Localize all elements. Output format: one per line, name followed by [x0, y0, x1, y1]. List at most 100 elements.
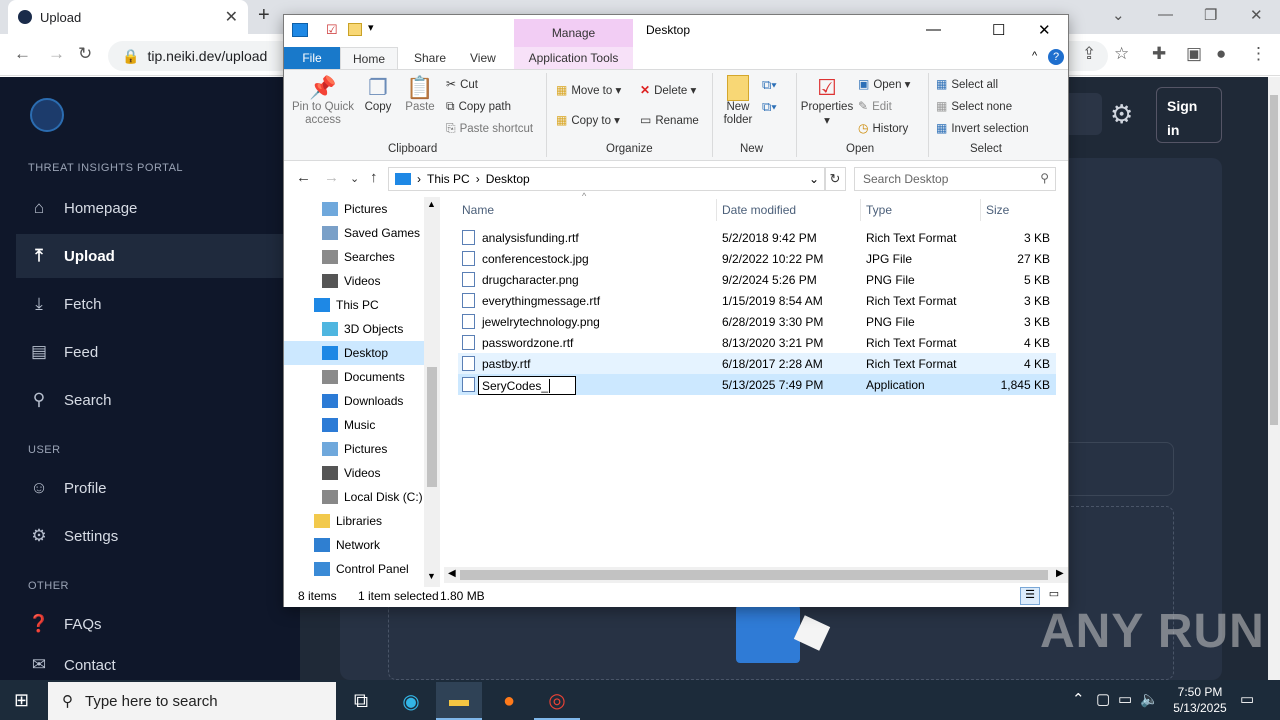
collapse-ribbon-icon[interactable]: ^	[1032, 50, 1037, 62]
nav-pane-scrollbar-thumb[interactable]	[427, 367, 437, 487]
new-tab-icon[interactable]: +	[258, 4, 270, 27]
nav-scroll-up-icon[interactable]: ▲	[427, 199, 436, 209]
nav-item-control-panel[interactable]: Control Panel	[314, 557, 424, 581]
nav-item-searches[interactable]: Searches	[322, 245, 424, 269]
search-desktop-input[interactable]: Search Desktop ⚲	[854, 167, 1056, 191]
details-view-icon[interactable]: ☰	[1020, 587, 1040, 605]
history-button[interactable]: ◷ History	[858, 121, 908, 135]
windows-start-icon[interactable]: ⊞	[14, 690, 29, 711]
file-row[interactable]: conferencestock.jpg 9/2/2022 10:22 PM JPG …	[458, 248, 1056, 269]
extensions-icon[interactable]: ✚	[1152, 44, 1166, 64]
open-button[interactable]: ▣ Open ▾	[858, 77, 910, 91]
select-none-button[interactable]: ▦ Select none	[936, 99, 1012, 113]
column-type[interactable]: Type	[866, 203, 892, 217]
tab-home[interactable]: Home	[340, 47, 398, 69]
nav-item-libraries[interactable]: Libraries	[314, 509, 424, 533]
explorer-minimize-icon[interactable]: —	[926, 21, 941, 38]
nav-item-local-disk-c[interactable]: Local Disk (C:)	[322, 485, 424, 509]
nav-item-desktop[interactable]: Desktop	[284, 341, 424, 365]
file-row[interactable]: jewelrytechnology.png 6/28/2019 3:30 PM PN…	[458, 311, 1056, 332]
nav-item-documents[interactable]: Documents	[322, 365, 424, 389]
profile-avatar-icon[interactable]: ●	[1216, 44, 1226, 64]
site-info-icon[interactable]: 🔒	[122, 48, 139, 65]
upload-option-box[interactable]	[1066, 442, 1174, 496]
firefox-icon[interactable]: ●	[486, 682, 532, 720]
close-window-icon[interactable]: ✕	[1250, 6, 1263, 24]
nav-item-network[interactable]: Network	[314, 533, 424, 557]
gear-icon[interactable]: ⚙	[1110, 99, 1133, 130]
rename-button[interactable]: ▭ Rename	[640, 113, 699, 127]
page-scrollbar-thumb[interactable]	[1270, 95, 1278, 425]
pin-quick-access-button[interactable]: 📌 Pin to Quick access	[292, 75, 354, 127]
nav-scroll-down-icon[interactable]: ▼	[427, 571, 436, 581]
sidebar-item-fetch[interactable]: ⤓ Fetch	[16, 282, 284, 326]
scroll-right-icon[interactable]: ▶	[1056, 568, 1064, 579]
sidebar-item-settings[interactable]: ⚙ Settings	[16, 514, 284, 558]
browser-tab-upload[interactable]: Upload ✕	[8, 0, 248, 34]
explorer-address-bar[interactable]: › This PC › Desktop ⌄	[388, 167, 826, 191]
sidebar-item-upload[interactable]: ⤒ Upload	[16, 234, 284, 278]
column-date-modified[interactable]: Date modified	[722, 203, 796, 217]
sidebar-item-profile[interactable]: ☺ Profile	[16, 466, 284, 510]
properties-quick-icon[interactable]: ☑	[326, 22, 338, 38]
copy-button[interactable]: ❐ Copy	[360, 75, 396, 113]
refresh-icon[interactable]: ↻	[824, 167, 846, 191]
device-icon[interactable]: ▢	[1096, 690, 1110, 708]
notifications-icon[interactable]: ▭	[1240, 690, 1254, 708]
explorer-close-icon[interactable]: ✕	[1038, 21, 1051, 39]
breadcrumb-this-pc[interactable]: This PC	[427, 172, 470, 186]
move-to-button[interactable]: ▦ Move to ▾	[556, 83, 621, 97]
rename-input[interactable]: SeryCodes_	[478, 376, 576, 395]
chrome-menu-icon[interactable]: ⋮	[1250, 44, 1267, 64]
tab-application-tools[interactable]: Application Tools	[514, 47, 633, 69]
bookmark-star-icon[interactable]: ☆	[1114, 44, 1129, 64]
address-dropdown-icon[interactable]: ⌄	[809, 172, 819, 186]
reload-icon[interactable]: ↻	[78, 44, 92, 64]
delete-button[interactable]: ✕ Delete ▾	[640, 83, 696, 97]
taskbar-search-box[interactable]: ⚲ Type here to search	[48, 682, 336, 720]
nav-item-videos[interactable]: Videos	[322, 461, 424, 485]
portal-logo-icon[interactable]	[30, 98, 64, 132]
file-explorer-taskbar-icon[interactable]: ▬	[436, 682, 482, 720]
customize-quick-access-icon[interactable]: ▾	[368, 21, 374, 34]
back-icon[interactable]: ←	[14, 44, 31, 64]
nav-item-saved-games[interactable]: Saved Games	[322, 221, 424, 245]
new-folder-button[interactable]: New folder	[718, 75, 758, 127]
new-item-icon[interactable]: ⧉▾	[762, 77, 777, 93]
nav-item-pictures[interactable]: Pictures	[322, 197, 424, 221]
large-icons-view-icon[interactable]: ▭	[1044, 587, 1064, 605]
easy-access-icon[interactable]: ⧉▾	[762, 99, 777, 115]
forward-icon[interactable]: →	[48, 44, 65, 64]
paste-shortcut-button[interactable]: ⎘ Paste shortcut	[446, 121, 533, 136]
tab-file[interactable]: File	[284, 47, 340, 69]
tab-search-icon[interactable]: ⌄	[1112, 6, 1125, 24]
copy-path-button[interactable]: ⧉ Copy path	[446, 99, 511, 114]
sidebar-item-search[interactable]: ⚲ Search	[16, 378, 284, 422]
volume-icon[interactable]: 🔈	[1140, 690, 1159, 708]
share-icon[interactable]: ⇪	[1082, 44, 1096, 64]
sidebar-item-contact[interactable]: ✉ Contact	[16, 650, 284, 680]
sidebar-item-homepage[interactable]: ⌂ Homepage	[16, 186, 284, 230]
properties-button[interactable]: ☑ Properties ▾	[800, 75, 854, 127]
file-row[interactable]: pastby.rtf 6/18/2017 2:28 AM Rich Text For…	[458, 353, 1056, 374]
explorer-back-icon[interactable]: ←	[296, 169, 311, 186]
file-row[interactable]: passwordzone.rtf 8/13/2020 3:21 PM Rich Te…	[458, 332, 1056, 353]
edge-icon[interactable]: ◉	[388, 682, 434, 720]
help-icon[interactable]: ?	[1048, 49, 1064, 65]
paste-button[interactable]: 📋 Paste	[402, 75, 438, 113]
edit-button[interactable]: ✎ Edit	[858, 99, 892, 113]
tab-share[interactable]: Share	[404, 47, 456, 69]
column-size[interactable]: Size	[986, 203, 1009, 217]
minimize-icon[interactable]: —	[1158, 6, 1173, 23]
sidebar-item-feed[interactable]: ▤ Feed	[16, 330, 284, 374]
file-row[interactable]: analysisfunding.rtf 5/2/2018 9:42 PM Rich …	[458, 227, 1056, 248]
network-icon[interactable]: ▭	[1118, 690, 1132, 708]
sign-in-button[interactable]: Sign in	[1156, 87, 1222, 143]
explorer-maximize-icon[interactable]: ☐	[992, 21, 1005, 39]
task-view-icon[interactable]: ⧉	[338, 682, 384, 720]
cut-button[interactable]: ✂ Cut	[446, 77, 478, 91]
close-tab-icon[interactable]: ✕	[225, 7, 238, 27]
nav-item-this-pc[interactable]: This PC	[314, 293, 424, 317]
file-list-h-scrollbar-thumb[interactable]	[460, 570, 1048, 580]
nav-item-videos[interactable]: Videos	[322, 269, 424, 293]
